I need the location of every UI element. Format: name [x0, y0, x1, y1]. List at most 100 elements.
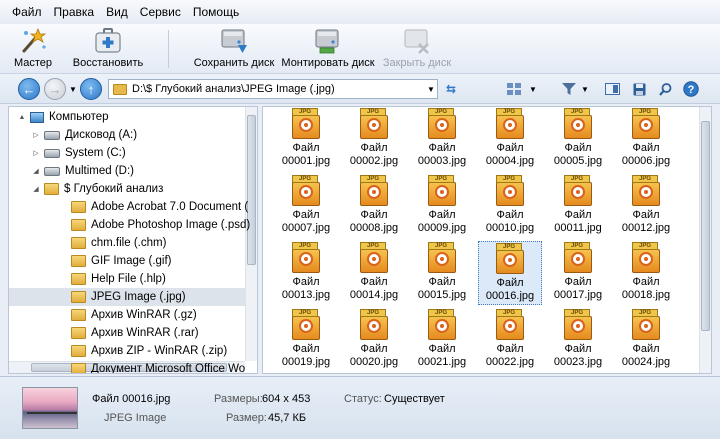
file-name-line2: 00007.jpg	[281, 222, 331, 234]
file-item[interactable]: JPG Файл 00003.jpg	[410, 107, 474, 171]
up-button[interactable]: ↑	[80, 78, 102, 100]
jpg-file-icon: JPG	[562, 242, 594, 274]
file-item[interactable]: JPG Файл 00006.jpg	[614, 107, 678, 171]
grid-vertical-scrollbar[interactable]	[699, 107, 711, 373]
file-item-partial[interactable]	[342, 373, 406, 374]
refresh-icon[interactable]: ⇆	[442, 80, 460, 98]
filter-dropdown[interactable]: ▼	[580, 80, 590, 98]
file-item[interactable]: JPG Файл 00013.jpg	[274, 241, 338, 305]
file-item[interactable]: JPG Файл 00007.jpg	[274, 174, 338, 238]
expand-toggle-icon[interactable]: ▷	[31, 149, 41, 157]
tree-item[interactable]: Help File (.hlp)	[9, 270, 245, 288]
tree-item-label: Документ Microsoft Office Wo	[91, 363, 246, 374]
expand-toggle-icon[interactable]: ▲	[17, 114, 27, 121]
tree-item[interactable]: Adobe Photoshop Image (.psd)	[9, 216, 250, 234]
menu-edit[interactable]: Правка	[48, 5, 101, 19]
file-name-line2: 00022.jpg	[485, 356, 535, 368]
menu-help[interactable]: Помощь	[187, 5, 245, 19]
file-item[interactable]: JPG Файл 00014.jpg	[342, 241, 406, 305]
menu-view[interactable]: Вид	[100, 5, 134, 19]
mount-disk-icon	[311, 26, 345, 56]
tree-vertical-scrollbar[interactable]	[245, 107, 257, 361]
file-item[interactable]: JPG Файл 00016.jpg	[478, 241, 542, 305]
tree-item[interactable]: chm.file (.chm)	[9, 234, 245, 252]
mount-disk-button[interactable]: Монтировать диск	[281, 26, 375, 72]
menu-service[interactable]: Сервис	[134, 5, 187, 19]
file-name: Файл 00005.jpg	[554, 142, 602, 168]
expand-toggle-icon[interactable]: ◢	[31, 185, 41, 193]
file-name-line2: 00002.jpg	[349, 155, 399, 167]
master-label: Мастер	[13, 57, 53, 69]
close-disk-button[interactable]: Закрыть диск	[380, 26, 454, 72]
folder-icon	[71, 255, 86, 267]
tree-item[interactable]: Архив WinRAR (.gz)	[9, 306, 245, 324]
save-disk-button[interactable]: Сохранить диск	[194, 26, 274, 72]
file-name: Файл 00016.jpg	[486, 277, 534, 303]
file-item[interactable]: JPG Файл 00021.jpg	[410, 308, 474, 372]
tree-item[interactable]: ▲ Компьютер	[9, 108, 245, 126]
file-item[interactable]: JPG Файл 00004.jpg	[478, 107, 542, 171]
view-mode-icon[interactable]	[506, 80, 522, 98]
jpg-tab-label: JPG	[496, 243, 522, 251]
state-label: Статус:	[344, 393, 382, 405]
file-item[interactable]: JPG Файл 00012.jpg	[614, 174, 678, 238]
file-item[interactable]: JPG Файл 00009.jpg	[410, 174, 474, 238]
tree-item[interactable]: ▷ System (C:)	[9, 144, 245, 162]
selected-file-type: JPEG Image	[104, 412, 167, 424]
file-item[interactable]: JPG Файл 00001.jpg	[274, 107, 338, 171]
file-item[interactable]: JPG Файл 00002.jpg	[342, 107, 406, 171]
tree-item-label: Архив WinRAR (.rar)	[91, 327, 199, 339]
help-icon[interactable]: ?	[682, 80, 700, 98]
preview-pane-icon[interactable]	[603, 80, 621, 98]
file-item-partial[interactable]	[546, 373, 610, 374]
jpg-tab-label: JPG	[292, 108, 318, 116]
file-item[interactable]: JPG Файл 00024.jpg	[614, 308, 678, 372]
tree-item[interactable]: ◢ Multimed (D:)	[9, 162, 245, 180]
jpg-tab-label: JPG	[428, 108, 454, 116]
file-item-partial[interactable]	[410, 373, 474, 374]
menu-file[interactable]: Файл	[6, 5, 48, 19]
tree-item[interactable]: Adobe Acrobat 7.0 Document (	[9, 198, 248, 216]
file-item-partial[interactable]	[274, 373, 338, 374]
master-button[interactable]: Мастер	[8, 26, 58, 72]
file-item-partial[interactable]	[478, 373, 542, 374]
filter-icon[interactable]	[560, 80, 578, 98]
restore-button[interactable]: Восстановить	[70, 26, 146, 72]
search-icon[interactable]	[656, 80, 674, 98]
history-dropdown[interactable]: ▼	[68, 80, 78, 98]
file-item[interactable]: JPG Файл 00017.jpg	[546, 241, 610, 305]
back-button[interactable]: ←	[18, 78, 40, 100]
file-item[interactable]: JPG Файл 00018.jpg	[614, 241, 678, 305]
file-item[interactable]: JPG Файл 00020.jpg	[342, 308, 406, 372]
forward-button[interactable]: →	[44, 78, 66, 100]
file-item[interactable]: JPG Файл 00019.jpg	[274, 308, 338, 372]
address-dropdown-icon[interactable]: ▼	[425, 85, 437, 94]
file-name-line1: Файл	[292, 142, 320, 154]
tree-item[interactable]: GIF Image (.gif)	[9, 252, 245, 270]
tree-item[interactable]: ◢ $ Глубокий анализ	[9, 180, 245, 198]
file-item[interactable]: JPG Файл 00011.jpg	[546, 174, 610, 238]
file-item-partial[interactable]	[614, 373, 678, 374]
tree-item[interactable]: Документ Microsoft Office Wo	[9, 360, 246, 374]
file-item[interactable]: JPG Файл 00008.jpg	[342, 174, 406, 238]
file-item[interactable]: JPG Файл 00022.jpg	[478, 308, 542, 372]
expand-toggle-icon[interactable]: ◢	[31, 167, 41, 175]
jpg-tab-label: JPG	[564, 108, 590, 116]
expand-toggle-icon[interactable]: ▷	[31, 131, 41, 139]
tree-item[interactable]: JPEG Image (.jpg)	[9, 288, 245, 306]
tree-scroll-thumb[interactable]	[247, 115, 256, 265]
file-item[interactable]: JPG Файл 00015.jpg	[410, 241, 474, 305]
grid-scroll-thumb[interactable]	[701, 121, 710, 331]
file-item[interactable]: JPG Файл 00010.jpg	[478, 174, 542, 238]
address-bar[interactable]: D:\$ Глубокий анализ\JPEG Image (.jpg) ▼	[108, 79, 438, 99]
tree-item[interactable]: Архив ZIP - WinRAR (.zip)	[9, 342, 245, 360]
save-icon[interactable]	[630, 80, 648, 98]
file-name-line1: Файл	[632, 142, 660, 154]
tree-item[interactable]: ▷ Дисковод (A:)	[9, 126, 245, 144]
tree-item[interactable]: Архив WinRAR (.rar)	[9, 324, 245, 342]
view-mode-dropdown[interactable]: ▼	[528, 80, 538, 98]
file-item[interactable]: JPG Файл 00005.jpg	[546, 107, 610, 171]
file-item[interactable]: JPG Файл 00023.jpg	[546, 308, 610, 372]
jpg-tab-label: JPG	[428, 242, 454, 250]
state-value: Существует	[384, 393, 445, 405]
